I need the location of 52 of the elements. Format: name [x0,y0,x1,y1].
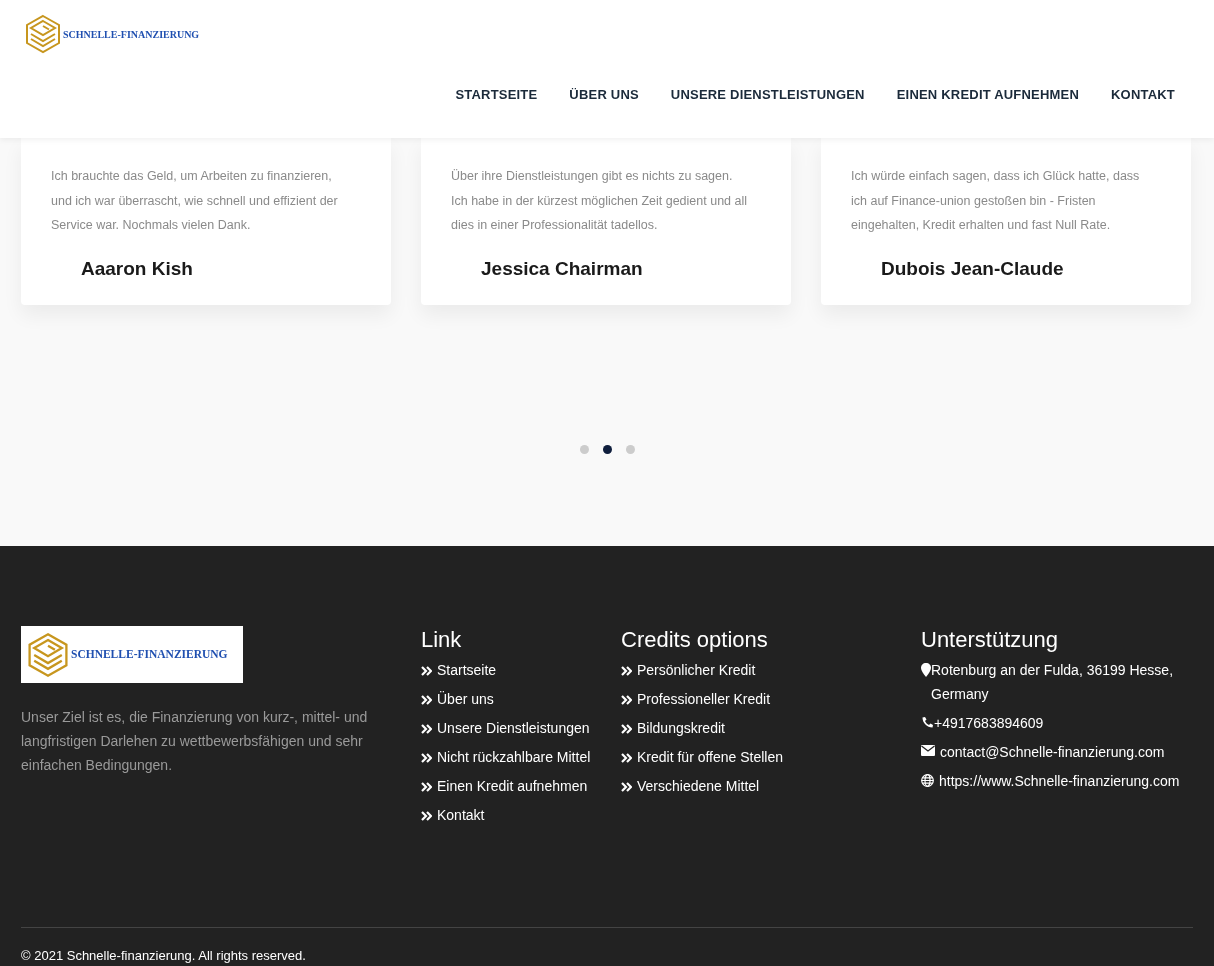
double-chevron-icon [421,752,432,763]
company-logo[interactable]: SCHNELLE-FINANZIERUNG [25,14,200,54]
double-chevron-icon [421,723,432,734]
double-chevron-icon [621,694,632,705]
footer-link[interactable]: Unsere Dienstleistungen [437,719,590,736]
contact-link[interactable]: https://www.Schnelle-finanzierung.com [939,768,1180,793]
testimonial-quote: Über ihre Dienstleistungen gibt es nichts zu sagen. Ich habe in der kürzest möglichen Zeit gedient und all dies in einer Professionalität tadellos. [451,168,748,234]
logo-mark-icon [25,14,61,54]
column-heading: Unterstützung [921,626,1059,654]
footer-link[interactable]: Startseite [437,661,497,678]
copyright-text: © 2021 Schnelle-finanzierung. All rights reserved. [21,947,307,965]
column-heading: Credits options [621,626,769,654]
logo-text: SCHNELLE-FINANZIERUNG [63,27,200,42]
footer-link[interactable]: Über uns [437,690,494,707]
nav-link[interactable]: STARTSEITE [455,85,538,105]
nav-link[interactable]: KONTAKT [1111,85,1175,105]
nav-link[interactable]: EINEN KREDIT AUFNEHMEN [896,85,1079,105]
double-chevron-icon [621,752,632,763]
nav-link[interactable]: ÜBER UNS [569,85,639,105]
testimonial-author: Dubois Jean-Claude [881,256,1064,281]
contact-text: Rotenburg an der Fulda, 36199 Hesse, Germany [931,660,1175,704]
testimonial-quote: Ich brauchte das Geld, um Arbeiten zu finanzieren, und ich war überrascht, wie schnell und effizient der Service war. Nochmals vielen Dank. [51,168,339,234]
contact-link[interactable]: contact@Schnelle-finanzierung.com [940,739,1165,764]
testimonial-author: Jessica Chairman [481,256,643,281]
double-chevron-icon [621,665,632,676]
double-chevron-icon [421,665,432,676]
testimonial-author: Aaaron Kish [81,256,193,281]
testimonial-quote: Ich würde einfach sagen, dass ich Glück hatte, dass ich auf Finance-union gestoßen bin - Fristen eingehalten, Kredit erhalten und fast Null Rate. [851,168,1141,234]
footer-link[interactable]: Bildungskredit [637,719,725,736]
nav-link[interactable]: UNSERE DIENSTLEISTUNGEN [670,85,865,105]
footer-link[interactable]: Persönlicher Kredit [637,661,756,678]
logo-text: SCHNELLE-FINANZIERUNG [71,646,228,662]
footer-link[interactable]: Professioneller Kredit [637,690,771,707]
double-chevron-icon [421,810,432,821]
contact-text: +4917683894609 [934,713,1044,733]
logo-mark-icon [27,631,69,678]
about-text: Unser Ziel ist es, die Finanzierung von kurz-, mittel- und langfristigen Darlehen zu wettbewerbsfähigen und sehr einfachen Bedingungen. [21,708,369,775]
map-pin-icon [921,662,931,677]
double-chevron-icon [621,723,632,734]
globe-icon [921,773,934,787]
footer-link[interactable]: Nicht rückzahlbare Mittel [437,748,591,765]
envelope-icon [921,744,935,756]
double-chevron-icon [621,781,632,792]
footer-link[interactable]: Einen Kredit aufnehmen [437,777,588,794]
footer-link[interactable]: Verschiedene Mittel [637,777,760,794]
footer-link[interactable]: Kontakt [437,806,485,823]
footer-logo[interactable]: SCHNELLE-FINANZIERUNG [21,626,243,683]
footer-link[interactable]: Kredit für offene Stellen [637,748,784,765]
phone-icon [921,715,934,729]
double-chevron-icon [421,694,432,705]
column-heading: Link [421,626,463,654]
double-chevron-icon [421,781,432,792]
